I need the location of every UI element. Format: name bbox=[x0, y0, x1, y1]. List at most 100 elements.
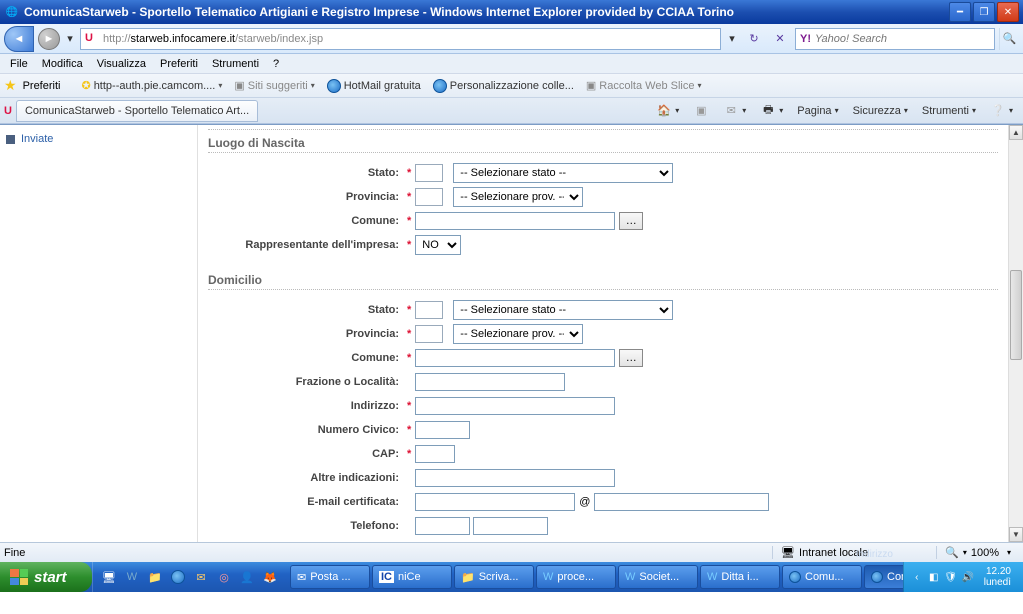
tray-net-icon[interactable]: ◧ bbox=[927, 570, 941, 584]
menu-preferiti[interactable]: Preferiti bbox=[154, 56, 204, 72]
section-domicilio: Domicilio bbox=[208, 273, 998, 290]
menu-modifica[interactable]: Modifica bbox=[36, 56, 89, 72]
tbtn-societ[interactable]: WSociet... bbox=[618, 565, 698, 589]
menu-help[interactable]: ? bbox=[267, 56, 285, 72]
content-area: Inviate Luogo di Nascita Stato: * -- Sel… bbox=[0, 124, 1023, 542]
tray-expand[interactable]: ‹ bbox=[910, 570, 924, 584]
label-email: E-mail certificata: bbox=[208, 492, 403, 512]
window-titlebar: 🌐 ComunicaStarweb - Sportello Telematico… bbox=[0, 0, 1023, 24]
search-input[interactable] bbox=[815, 33, 990, 45]
sidebar-item-inviate[interactable]: Inviate bbox=[6, 133, 191, 145]
search-field-wrap[interactable]: Y! bbox=[795, 28, 995, 50]
input-tel-number[interactable] bbox=[473, 517, 548, 535]
url-field-wrap[interactable]: U http://starweb.infocamere.it/starweb/i… bbox=[80, 28, 721, 50]
input-stato-code[interactable] bbox=[415, 164, 443, 182]
menu-visualizza[interactable]: Visualizza bbox=[91, 56, 152, 72]
tray-vol-icon[interactable]: 🔊 bbox=[961, 570, 975, 584]
input-comune-dom[interactable] bbox=[415, 349, 615, 367]
start-button[interactable]: start bbox=[0, 562, 92, 592]
sidebar: Inviate bbox=[0, 125, 198, 542]
tray-shield-icon[interactable]: 🛡 bbox=[944, 570, 958, 584]
tbtn-comu1[interactable]: Comu... bbox=[782, 565, 862, 589]
link-personal[interactable]: Personalizzazione colle... bbox=[430, 77, 577, 95]
select-provincia-dom[interactable]: -- Selezionare prov. -- bbox=[453, 324, 583, 344]
input-altre[interactable] bbox=[415, 469, 615, 487]
tbtn-scriva[interactable]: 📁Scriva... bbox=[454, 565, 534, 589]
ql-ie-icon[interactable] bbox=[168, 567, 188, 587]
select-stato-dom[interactable]: -- Selezionare stato -- bbox=[453, 300, 673, 320]
scroll-up-button[interactable]: ▲ bbox=[1009, 125, 1023, 140]
forward-button[interactable]: ► bbox=[38, 28, 60, 50]
menu-file[interactable]: File bbox=[4, 56, 34, 72]
input-email-local[interactable] bbox=[415, 493, 575, 511]
select-rappresentante[interactable]: NO bbox=[415, 235, 461, 255]
input-comune-birth[interactable] bbox=[415, 212, 615, 230]
sicurezza-menu[interactable]: Sicurezza▾ bbox=[847, 102, 914, 120]
site-icon: U bbox=[85, 32, 99, 46]
input-email-domain[interactable] bbox=[594, 493, 769, 511]
zoom-control[interactable]: 🔍 ▾ 100% ▾ bbox=[936, 546, 1019, 559]
refresh-button[interactable]: ↻ bbox=[743, 28, 765, 50]
input-civico[interactable] bbox=[415, 421, 470, 439]
back-button[interactable]: ◄ bbox=[4, 26, 34, 52]
windows-logo-icon bbox=[10, 569, 28, 585]
scroll-track[interactable] bbox=[1009, 140, 1023, 527]
feed-button[interactable]: ▣ bbox=[687, 100, 715, 122]
help-menu[interactable]: ❔▾ bbox=[984, 100, 1019, 122]
tbtn-comu2[interactable]: Comu... bbox=[864, 565, 903, 589]
link-hotmail[interactable]: HotMail gratuita bbox=[324, 77, 424, 95]
tbtn-nice[interactable]: ICniCe bbox=[372, 565, 452, 589]
link-auth[interactable]: ✪http--auth.pie.camcom....▾ bbox=[78, 77, 225, 94]
url-dropdown[interactable]: ▾ bbox=[725, 29, 739, 49]
ql-firefox-icon[interactable]: 🦊 bbox=[260, 567, 280, 587]
tbtn-posta[interactable]: ✉Posta ... bbox=[290, 565, 370, 589]
stop-button[interactable]: ✕ bbox=[769, 28, 791, 50]
lookup-comune-dom[interactable]: … bbox=[619, 349, 643, 367]
nav-history-dropdown[interactable]: ▾ bbox=[64, 32, 76, 45]
menu-strumenti[interactable]: Strumenti bbox=[206, 56, 265, 72]
print-button[interactable]: 🖶▾ bbox=[754, 100, 789, 122]
tbtn-proce[interactable]: Wproce... bbox=[536, 565, 616, 589]
tbtn-ditta[interactable]: WDitta i... bbox=[700, 565, 780, 589]
maximize-button[interactable]: ❐ bbox=[973, 2, 995, 22]
label-indirizzo: Indirizzo: bbox=[208, 396, 403, 416]
system-tray: ‹ ◧ 🛡 🔊 12.20 lunedì bbox=[903, 562, 1023, 592]
input-indirizzo[interactable] bbox=[415, 397, 615, 415]
ql-desktop-icon[interactable]: 🖥 bbox=[99, 567, 119, 587]
input-prov-code-dom[interactable] bbox=[415, 325, 443, 343]
ql-explorer-icon[interactable]: 📁 bbox=[145, 567, 165, 587]
input-prov-code[interactable] bbox=[415, 188, 443, 206]
ql-mail-icon[interactable]: ✉ bbox=[191, 567, 211, 587]
indirizzo-label: Indirizzo bbox=[856, 549, 893, 560]
scroll-thumb[interactable] bbox=[1010, 270, 1022, 360]
ql-app-icon[interactable]: ◎ bbox=[214, 567, 234, 587]
scroll-down-button[interactable]: ▼ bbox=[1009, 527, 1023, 542]
link-webslice[interactable]: ▣Raccolta Web Slice▾ bbox=[583, 77, 705, 94]
input-frazione[interactable] bbox=[415, 373, 565, 391]
strumenti-menu[interactable]: Strumenti▾ bbox=[916, 102, 982, 120]
input-cap[interactable] bbox=[415, 445, 455, 463]
ql-word-icon[interactable]: W bbox=[122, 567, 142, 587]
select-provincia-birth[interactable]: -- Selezionare prov. -- bbox=[453, 187, 583, 207]
select-stato-birth[interactable]: -- Selezionare stato -- bbox=[453, 163, 673, 183]
ie-icon: 🌐 bbox=[4, 4, 20, 20]
close-button[interactable]: ✕ bbox=[997, 2, 1019, 22]
input-tel-prefix[interactable] bbox=[415, 517, 470, 535]
input-stato-code-dom[interactable] bbox=[415, 301, 443, 319]
star-icon[interactable]: ★ bbox=[4, 77, 17, 94]
tab-comunica[interactable]: ComunicaStarweb - Sportello Telematico A… bbox=[16, 100, 258, 122]
pagina-menu[interactable]: Pagina▾ bbox=[791, 102, 844, 120]
link-suggested[interactable]: ▣Siti suggeriti▾ bbox=[231, 77, 317, 94]
search-go-button[interactable]: 🔍 bbox=[999, 28, 1019, 50]
label-provincia-dom: Provincia: bbox=[208, 324, 403, 344]
mail-button[interactable]: ✉▾ bbox=[717, 100, 752, 122]
minimize-button[interactable]: ━ bbox=[949, 2, 971, 22]
label-frazione: Frazione o Località: bbox=[208, 372, 403, 392]
clock[interactable]: 12.20 lunedì bbox=[978, 566, 1017, 588]
preferiti-button[interactable]: Preferiti bbox=[23, 80, 61, 92]
lookup-comune-birth[interactable]: … bbox=[619, 212, 643, 230]
home-button[interactable]: 🏠▾ bbox=[650, 100, 685, 122]
bullet-icon bbox=[6, 135, 15, 144]
ql-messenger-icon[interactable]: 👤 bbox=[237, 567, 257, 587]
vertical-scrollbar[interactable]: ▲ ▼ bbox=[1008, 125, 1023, 542]
